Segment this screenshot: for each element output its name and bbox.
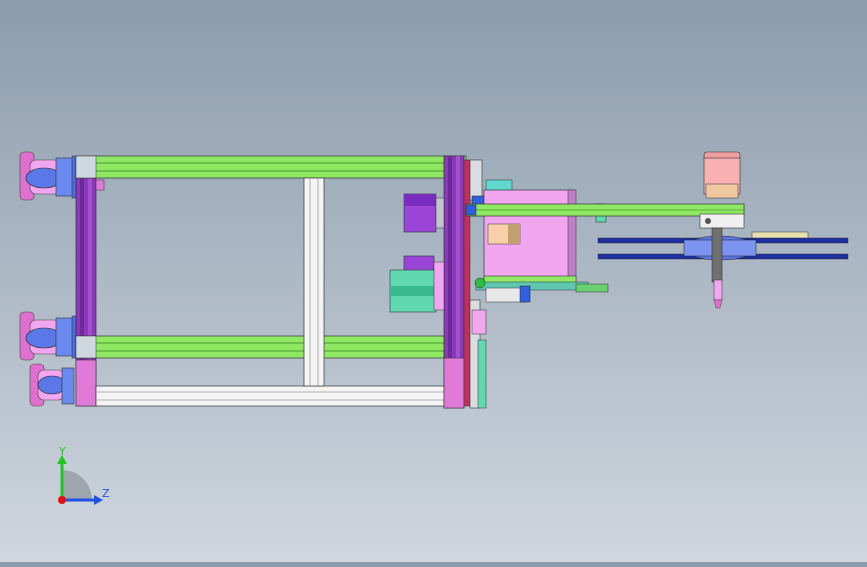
caster-middle [19,311,79,361]
assembly-drawing: Y Z [19,151,849,505]
coordinate-triad [57,455,103,505]
caster-top [19,151,79,201]
axis-label-z: Z [102,487,110,500]
cad-viewport[interactable]: Y Z [0,0,867,562]
axis-label-y: Y [58,445,66,458]
spindle-motor [699,151,745,229]
cutting-disc [597,231,849,261]
mechanism-assembly [469,159,609,409]
caster-bottom [29,363,75,407]
drive-box-lower [389,255,445,313]
spindle-shaft [711,227,723,309]
drive-box-upper [403,193,445,233]
